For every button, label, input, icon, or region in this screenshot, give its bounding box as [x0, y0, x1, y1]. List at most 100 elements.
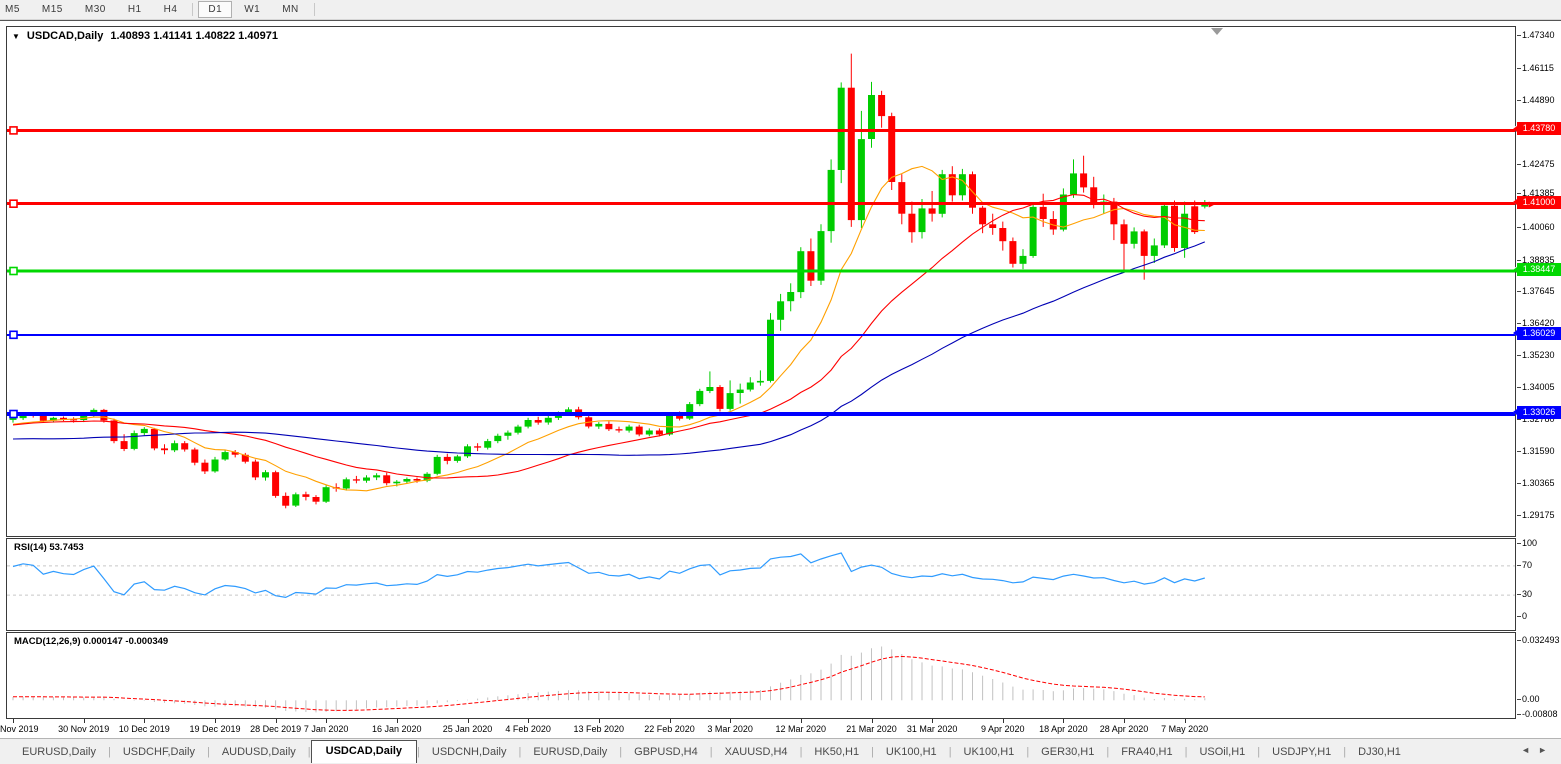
date-tick-mark [1185, 719, 1186, 723]
tab-usdcnh-daily[interactable]: USDCNH,Daily [420, 742, 519, 762]
date-tick-label: 7 May 2020 [1145, 724, 1225, 734]
tab-eurusd-daily[interactable]: EURUSD,Daily [10, 742, 108, 762]
timeframe-button-h1[interactable]: H1 [118, 1, 152, 18]
date-tick-label: 7 Jan 2020 [286, 724, 366, 734]
date-tick-label: 4 Feb 2020 [488, 724, 568, 734]
tab-xauusd-h4[interactable]: XAUUSD,H4 [713, 742, 800, 762]
hline-label-arrow-icon [1513, 330, 1517, 336]
date-tick-label: 16 Jan 2020 [357, 724, 437, 734]
date-tick-mark [528, 719, 529, 723]
hline-label-arrow-icon [1513, 126, 1517, 132]
price-tick-label: 1.42475 [1522, 159, 1555, 169]
hline-price-label-1.41000[interactable]: 1.41000 [1517, 196, 1561, 209]
hline-price-label-1.33026[interactable]: 1.33026 [1517, 406, 1561, 419]
date-tick-mark [276, 719, 277, 723]
timeframe-button-h4[interactable]: H4 [154, 1, 188, 18]
date-tick-mark [326, 719, 327, 723]
macd-indicator-label: MACD(12,26,9) 0.000147 -0.000349 [14, 636, 168, 647]
hline-label-arrow-icon [1513, 409, 1517, 415]
chart-ohlc-title: ▼ USDCAD,Daily 1.40893 1.41141 1.40822 1… [12, 30, 278, 42]
tab-fra40-h1[interactable]: FRA40,H1 [1109, 742, 1184, 762]
timeframe-toolbar: M5M15M30H1H4 D1W1MN [0, 0, 1561, 20]
date-tick-label: 13 Feb 2020 [559, 724, 639, 734]
date-tick-mark [670, 719, 671, 723]
chart-ohlc-values: 1.40893 1.41141 1.40822 1.40971 [110, 30, 278, 42]
macd-signal-line [13, 657, 1205, 711]
chart-shift-marker-icon[interactable] [1211, 28, 1223, 35]
date-tick-label: 12 Mar 2020 [761, 724, 841, 734]
rsi-tick-label: 70 [1522, 560, 1532, 570]
hline-price-label-1.43780[interactable]: 1.43780 [1517, 122, 1561, 135]
rsi-tick-label: 0 [1522, 611, 1527, 621]
macd-indicator-panel[interactable] [6, 632, 1516, 719]
date-tick-label: 31 Mar 2020 [892, 724, 972, 734]
tab-usoil-h1[interactable]: USOil,H1 [1187, 742, 1257, 762]
chart-tab-bar: EURUSD,Daily|USDCHF,Daily|AUDUSD,Daily|U… [0, 738, 1561, 764]
tab-hk50-h1[interactable]: HK50,H1 [802, 742, 871, 762]
tabs-scroll-right-icon[interactable]: ► [1538, 745, 1547, 755]
mt4-terminal-window: M5M15M30H1H4 D1W1MN ▼ USDCAD,Daily 1.4089… [0, 0, 1561, 764]
symbol-dropdown-icon[interactable]: ▼ [12, 32, 20, 41]
toolbar-separator [192, 3, 193, 16]
main-price-chart[interactable] [6, 26, 1516, 537]
chart-tabs: EURUSD,Daily|USDCHF,Daily|AUDUSD,Daily|U… [0, 739, 1413, 764]
price-tick-label: 1.34005 [1522, 382, 1555, 392]
rsi-tick-label: 100 [1522, 538, 1537, 548]
price-tick-label: 1.40060 [1522, 222, 1555, 232]
moving-average-10 [13, 166, 1205, 490]
tab-usdchf-daily[interactable]: USDCHF,Daily [111, 742, 207, 762]
timeframe-button-d1[interactable]: D1 [198, 1, 232, 18]
tab-usdcad-daily[interactable]: USDCAD,Daily [311, 740, 417, 763]
date-tick-mark [397, 719, 398, 723]
price-tick-label: 1.47340 [1522, 30, 1555, 40]
tab-usdjpy-h1[interactable]: USDJPY,H1 [1260, 742, 1343, 762]
price-axis[interactable]: 1.473401.461151.448901.424751.413851.400… [1516, 21, 1561, 719]
date-tick-mark [144, 719, 145, 723]
date-tick-mark [13, 719, 14, 723]
date-tick-label: 10 Dec 2019 [104, 724, 184, 734]
chart-window: ▼ USDCAD,Daily 1.40893 1.41141 1.40822 1… [0, 20, 1561, 739]
date-tick-mark [1124, 719, 1125, 723]
date-tick-mark [599, 719, 600, 723]
price-tick-label: 1.35230 [1522, 350, 1555, 360]
tab-gbpusd-h4[interactable]: GBPUSD,H4 [622, 742, 710, 762]
price-tick-label: 1.44890 [1522, 95, 1555, 105]
timeframe-button-m5[interactable]: M5 [0, 1, 30, 18]
price-tick-label: 1.31590 [1522, 446, 1555, 456]
timeframe-button-m15[interactable]: M15 [32, 1, 73, 18]
date-axis[interactable]: 21 Nov 201930 Nov 201910 Dec 201919 Dec … [6, 719, 1516, 739]
price-tick-label: 1.37645 [1522, 286, 1555, 296]
tab-scroll-controls: ◄ ► [1521, 745, 1547, 755]
timeframe-button-w1[interactable]: W1 [234, 1, 270, 18]
tab-uk100-h1[interactable]: UK100,H1 [874, 742, 949, 762]
date-tick-label: 3 Mar 2020 [690, 724, 770, 734]
macd-tick-label: 0.032493 [1522, 635, 1560, 645]
date-tick-mark [215, 719, 216, 723]
timeframe-button-mn[interactable]: MN [272, 1, 309, 18]
tab-dj30-h1[interactable]: DJ30,H1 [1346, 742, 1413, 762]
tab-ger30-h1[interactable]: GER30,H1 [1029, 742, 1106, 762]
moving-average-25 [13, 195, 1205, 478]
hline-price-label-1.36029[interactable]: 1.36029 [1517, 327, 1561, 340]
macd-tick-label: 0.00 [1522, 694, 1540, 704]
date-tick-mark [872, 719, 873, 723]
tabs-scroll-left-icon[interactable]: ◄ [1521, 745, 1530, 755]
date-tick-mark [1063, 719, 1064, 723]
price-tick-label: 1.46115 [1522, 63, 1554, 73]
hline-price-label-1.38447[interactable]: 1.38447 [1517, 263, 1561, 276]
date-tick-mark [84, 719, 85, 723]
hline-label-arrow-icon [1513, 199, 1517, 205]
tab-uk100-h1[interactable]: UK100,H1 [952, 742, 1027, 762]
date-tick-mark [932, 719, 933, 723]
tab-audusd-daily[interactable]: AUDUSD,Daily [210, 742, 308, 762]
chart-symbol-label: USDCAD,Daily [27, 30, 103, 42]
macd-tick-label: -0.00808 [1522, 709, 1558, 719]
date-tick-mark [801, 719, 802, 723]
rsi-indicator-label: RSI(14) 53.7453 [14, 542, 84, 553]
timeframe-button-m30[interactable]: M30 [75, 1, 116, 18]
macd-histogram [13, 647, 1205, 713]
tab-eurusd-daily[interactable]: EURUSD,Daily [521, 742, 619, 762]
rsi-tick-label: 30 [1522, 589, 1532, 599]
rsi-indicator-panel[interactable] [6, 538, 1516, 631]
date-tick-mark [468, 719, 469, 723]
